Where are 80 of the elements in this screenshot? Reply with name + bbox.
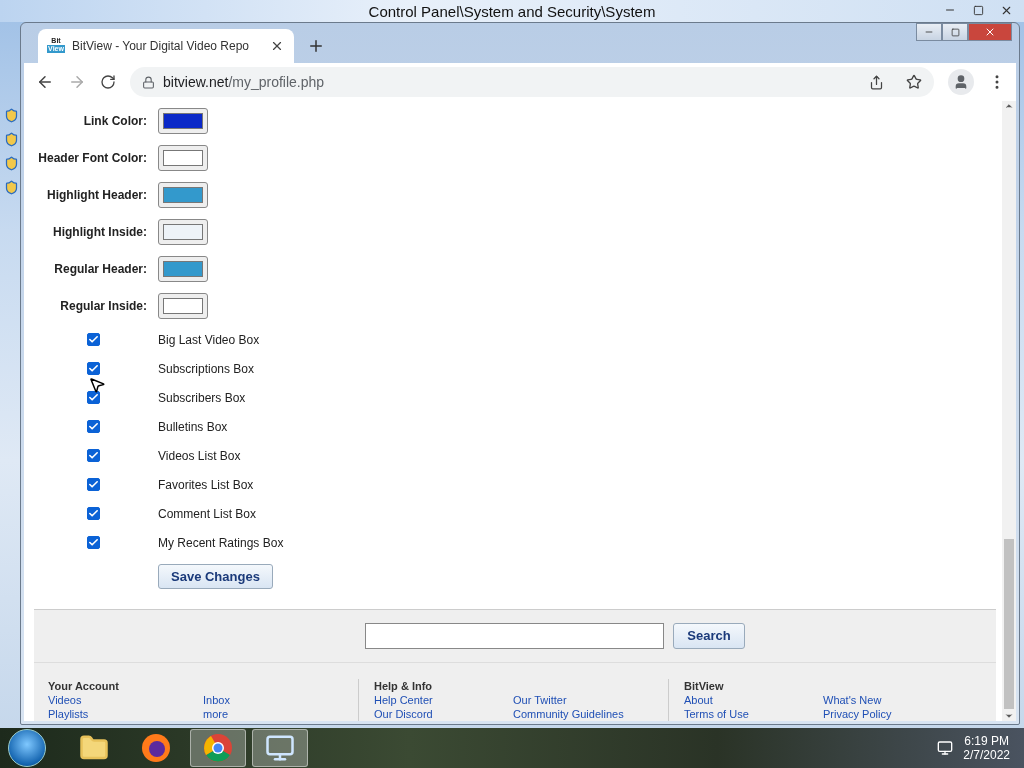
clock-time: 6:19 PM <box>964 734 1009 748</box>
footer-link[interactable]: Our Discord <box>374 707 513 721</box>
checkbox[interactable] <box>87 536 100 549</box>
scroll-up-icon[interactable] <box>1004 101 1014 111</box>
reload-icon[interactable] <box>100 74 116 90</box>
firefox-icon <box>140 732 172 764</box>
checkbox-label: Videos List Box <box>158 448 241 463</box>
checkbox[interactable] <box>87 478 100 491</box>
tab-title: BitView - Your Digital Video Repo <box>72 39 250 53</box>
profile-icon[interactable] <box>948 69 974 95</box>
maximize-icon <box>950 27 960 37</box>
footer-link[interactable]: Community Guidelines <box>513 707 668 721</box>
scroll-down-icon[interactable] <box>1004 711 1014 721</box>
footer-link[interactable]: more <box>203 707 358 721</box>
save-changes-button[interactable]: Save Changes <box>158 564 273 589</box>
clock-date: 2/7/2022 <box>963 748 1010 762</box>
monitor-icon <box>265 733 295 763</box>
shield-icon <box>4 180 19 195</box>
back-icon[interactable] <box>36 73 54 91</box>
checkbox[interactable] <box>87 391 100 404</box>
checkbox-label: Subscriptions Box <box>158 361 255 376</box>
start-button[interactable] <box>8 729 46 767</box>
checkbox[interactable] <box>87 507 100 520</box>
checkbox-label: Big Last Video Box <box>158 332 260 347</box>
checkbox[interactable] <box>87 362 100 375</box>
checkbox[interactable] <box>87 333 100 346</box>
footer-link[interactable]: Terms of Use <box>684 707 823 721</box>
footer-link[interactable]: Help Center <box>374 693 513 707</box>
shield-icon <box>4 156 19 171</box>
scrollbar[interactable] <box>1002 101 1016 721</box>
color-label: Header Font Color: <box>37 151 147 165</box>
lock-icon <box>142 75 155 89</box>
color-label: Highlight Inside: <box>52 225 147 239</box>
color-label: Regular Header: <box>53 262 147 276</box>
footer-link[interactable]: Videos <box>48 693 203 707</box>
footer-heading: BitView <box>684 679 725 693</box>
shield-icon <box>4 132 19 147</box>
color-label: Regular Inside: <box>59 299 147 313</box>
checkbox-label: Subscribers Box <box>158 390 246 405</box>
clock[interactable]: 6:19 PM 2/7/2022 <box>963 734 1010 762</box>
address-bar[interactable]: bitview.net/my_profile.php <box>130 67 934 97</box>
close-icon <box>984 26 996 38</box>
color-picker[interactable] <box>158 219 208 245</box>
scrollbar-thumb[interactable] <box>1004 539 1014 709</box>
shield-icon <box>4 108 19 123</box>
share-icon[interactable] <box>869 74 884 90</box>
checkbox-label: My Recent Ratings Box <box>158 535 284 550</box>
network-icon[interactable] <box>937 740 954 756</box>
color-picker[interactable] <box>158 293 208 319</box>
checkbox[interactable] <box>87 449 100 462</box>
footer-link[interactable]: Playlists <box>48 707 203 721</box>
footer-link[interactable]: What's New <box>823 693 988 707</box>
checkbox-label: Comment List Box <box>158 506 257 521</box>
close-tab-icon[interactable] <box>270 39 284 53</box>
footer-link[interactable]: About <box>684 693 823 707</box>
footer-heading: Help & Info <box>374 679 434 693</box>
footer-heading: Your Account <box>48 679 120 693</box>
footer-link[interactable]: Our Twitter <box>513 693 668 707</box>
maximize-icon <box>972 4 984 16</box>
minimize-button[interactable] <box>916 23 942 41</box>
search-button[interactable]: Search <box>673 622 745 649</box>
color-picker[interactable] <box>158 182 208 208</box>
color-label: Link Color: <box>82 114 147 128</box>
footer-link[interactable]: Inbox <box>203 693 358 707</box>
checkbox-label: Favorites List Box <box>158 477 254 492</box>
checkbox[interactable] <box>87 420 100 433</box>
url-text: bitview.net/my_profile.php <box>163 74 325 90</box>
checkbox-label: Bulletins Box <box>158 419 228 434</box>
star-icon[interactable] <box>906 74 922 90</box>
color-picker[interactable] <box>158 145 208 171</box>
color-picker[interactable] <box>158 108 208 134</box>
maximize-button[interactable] <box>942 23 968 41</box>
chrome-icon <box>203 733 233 763</box>
window-title: Control Panel\System and Security\System <box>368 2 656 20</box>
cursor-icon <box>88 376 106 394</box>
color-label: Highlight Header: <box>46 188 147 202</box>
search-field[interactable] <box>365 622 665 649</box>
footer-link[interactable]: Privacy Policy <box>823 707 988 721</box>
color-picker[interactable] <box>158 256 208 282</box>
plus-icon <box>307 37 325 55</box>
